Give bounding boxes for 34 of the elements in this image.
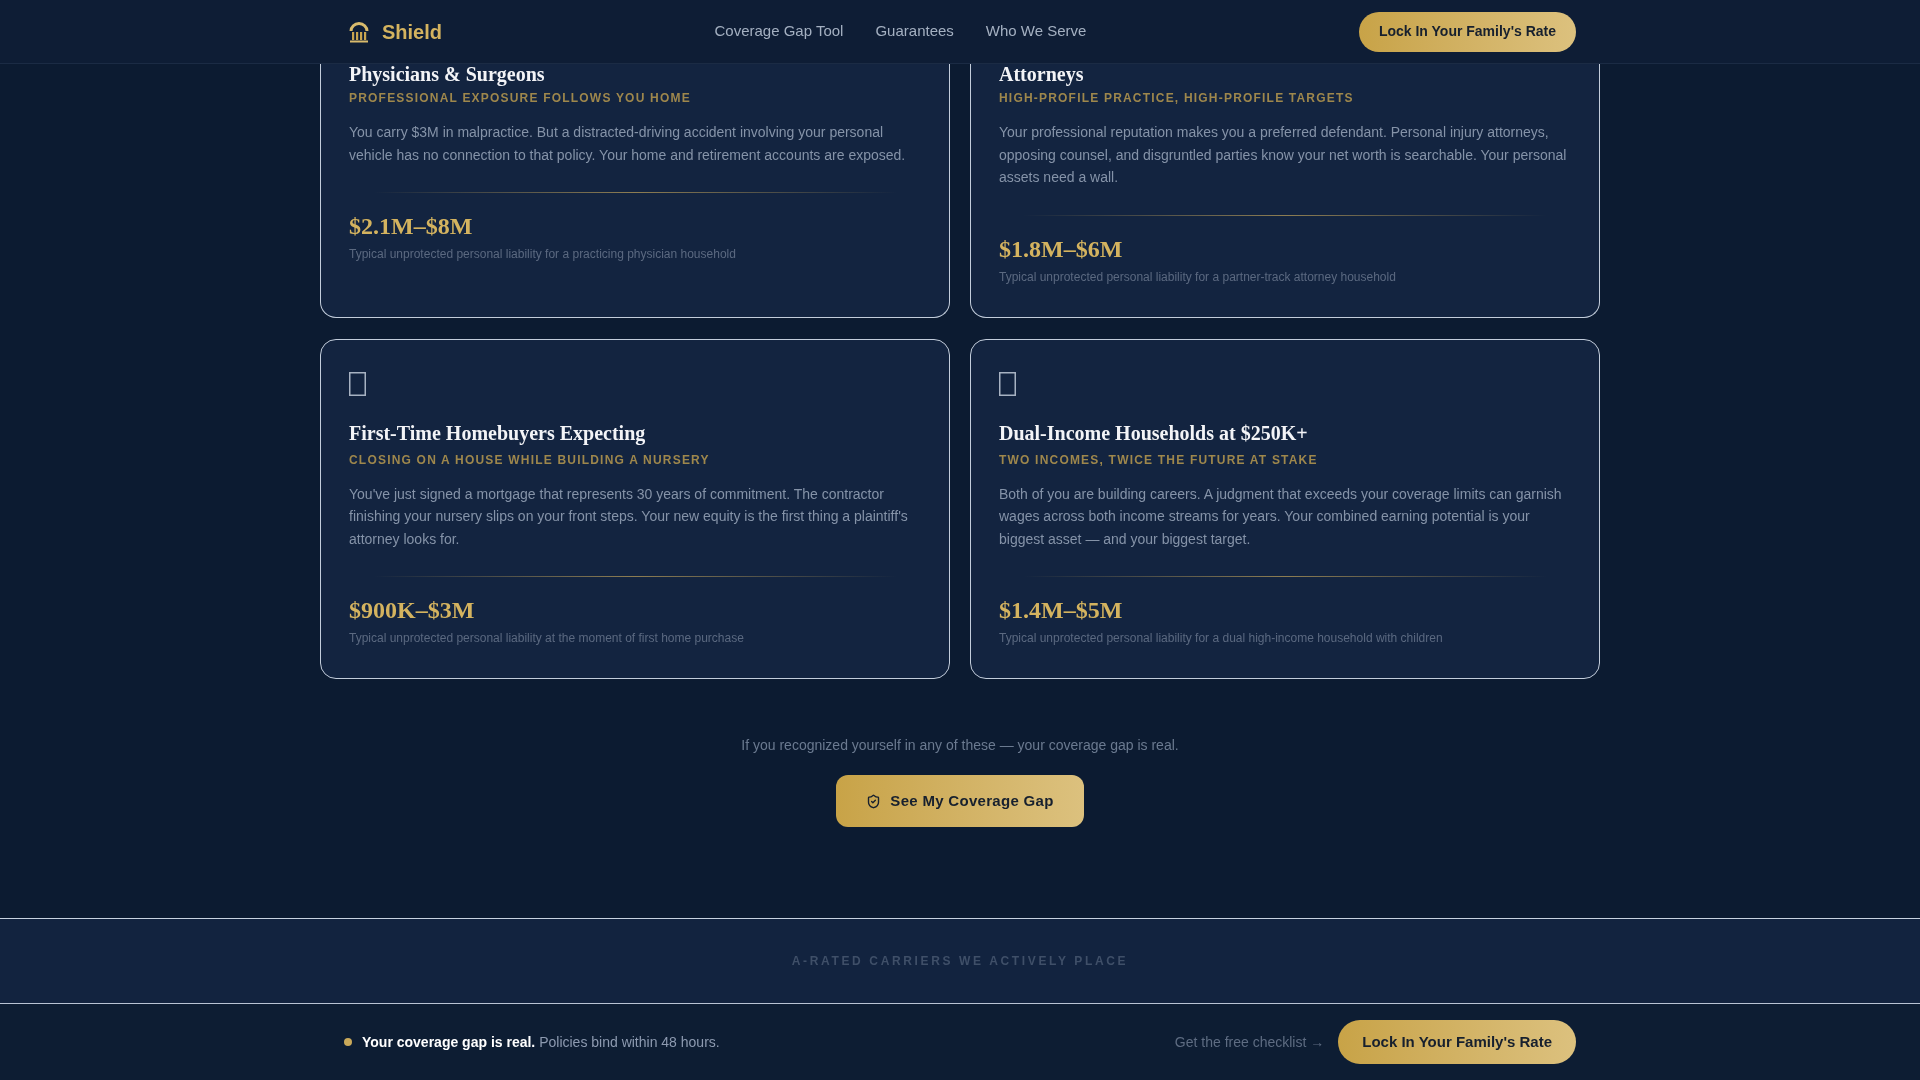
amount-caption: Typical unprotected personal liability for a dual high-income household with children (999, 630, 1444, 646)
blank-frame-icon (999, 371, 1016, 396)
card-title: Dual-Income Households at $250K+ (999, 420, 1309, 446)
liability-amount: $2.1M–$8M (349, 212, 474, 241)
blank-frame-icon (349, 371, 366, 396)
bar-cta-button[interactable]: Lock In Your Family's Rate (1338, 1020, 1576, 1064)
liability-amount: $1.8M–$6M (999, 234, 1124, 264)
card-description: You carry $3M in malpractice. But a distracted-driving accident involving your personal vehicle has no connection to that policy. Your home and retirement accounts are exposed. (349, 123, 907, 165)
amount-caption: Typical unprotected personal liability for a partner-track attorney household (999, 268, 1397, 285)
liability-amount: $1.4M–$5M (999, 596, 1124, 625)
bar-message: Your coverage gap is real. Policies bind within 48 hours. (362, 1032, 720, 1052)
coverage-gap-button[interactable]: See My Coverage Gap (836, 775, 1084, 827)
card-tagline: PROFESSIONAL EXPOSURE FOLLOWS YOU HOME (349, 90, 692, 106)
card-description: Both of you are building careers. A judgment that exceeds your coverage limits can garnish wages across both income streams for years. Your combined earning potential is your biggest asset — and your biggest target. (999, 484, 1563, 549)
card-title: Physicians & Surgeons (349, 64, 546, 84)
nav-link[interactable]: Guarantees (875, 20, 954, 43)
card-title: Attorneys (999, 64, 1085, 84)
card-title: First-Time Homebuyers Expecting (349, 420, 647, 446)
brand-name[interactable]: Shield (382, 16, 442, 47)
card-tagline: HIGH-PROFILE PRACTICE, HIGH-PROFILE TARGETS (999, 90, 1355, 106)
nav-link[interactable]: Coverage Gap Tool (714, 20, 844, 43)
card-description: You've just signed a mortgage that represents 30 years of commitment. The contractor finishing your nursery slips on your front steps. Your new equity is the first thing a plaintiff's attorney looks for. (349, 484, 909, 549)
liability-amount: $900K–$3M (349, 596, 476, 625)
prompt-text: If you recognized yourself in any of these — your coverage gap is real. (741, 736, 1179, 755)
amount-caption: Typical unprotected personal liability at the moment of first home purchase (349, 630, 745, 646)
header-cta-button[interactable]: Lock In Your Family's Rate (1358, 11, 1576, 52)
dome-building-icon (348, 20, 370, 43)
card-description: Your professional reputation makes you a preferred defendant. Personal injury attorneys, opposing counsel, and disgruntled parties know your net worth is searchable. Your personal assets need a wall. (999, 123, 1568, 187)
nav-link[interactable]: Who We Serve (985, 20, 1087, 43)
status-dot-icon (344, 1038, 352, 1046)
amount-caption: Typical unprotected personal liability for a practicing physician household (349, 246, 737, 262)
card-tagline: CLOSING ON A HOUSE WHILE BUILDING A NURSERY (349, 451, 711, 468)
card-tagline: TWO INCOMES, TWICE THE FUTURE AT STAKE (999, 451, 1319, 468)
shield-check-icon (866, 793, 882, 809)
